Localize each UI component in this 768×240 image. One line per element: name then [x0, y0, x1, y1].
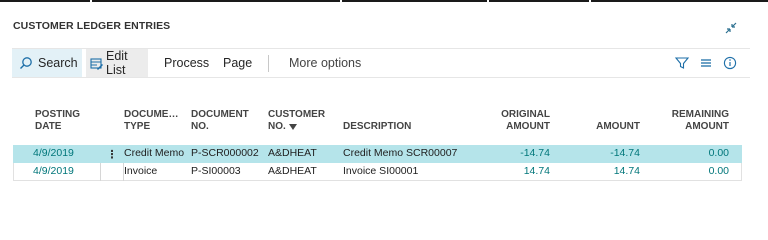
amount-cell[interactable]: 14.74 [590, 163, 640, 181]
filter-indicator-icon [288, 124, 297, 130]
row-actions-icon[interactable]: ⋮ [100, 145, 124, 163]
column-header-document-type[interactable]: DOCUME… TYPE [124, 109, 178, 133]
customer-no-cell: A&DHEAT [268, 165, 317, 177]
more-options-button[interactable]: More options [289, 49, 361, 77]
column-header-remaining-amount[interactable]: REMAINING AMOUNT [660, 109, 729, 133]
remaining-amount-cell[interactable]: 0.00 [660, 145, 729, 163]
document-no-cell: P-SI00003 [191, 165, 241, 177]
page-title: CUSTOMER LEDGER ENTRIES [13, 20, 171, 32]
list-view-icon[interactable] [698, 55, 714, 71]
page-menu-button[interactable]: Page [223, 49, 252, 77]
table-row[interactable]: 4/9/2019 ⋮ Credit Memo P-SCR000002 A&DHE… [13, 145, 742, 163]
remaining-amount-cell[interactable]: 0.00 [660, 163, 729, 181]
column-header-amount[interactable]: AMOUNT [590, 121, 640, 133]
original-amount-cell[interactable]: -14.74 [480, 145, 550, 163]
column-header-original-amount[interactable]: ORIGINAL AMOUNT [480, 109, 550, 133]
edit-list-button[interactable]: Edit List [86, 49, 148, 77]
document-type-cell: Invoice [124, 165, 158, 177]
customer-no-cell: A&DHEAT [268, 147, 317, 159]
window-top-border [0, 0, 768, 2]
search-icon [19, 56, 33, 70]
process-menu-button[interactable]: Process [164, 49, 209, 77]
collapse-arrows-icon[interactable] [723, 20, 739, 36]
amount-cell[interactable]: -14.74 [590, 145, 640, 163]
original-amount-cell[interactable]: 14.74 [480, 163, 550, 181]
action-bar-divider [268, 55, 269, 72]
description-cell: Credit Memo SCR00007 [343, 147, 458, 159]
posting-date-cell[interactable]: 4/9/2019 [33, 163, 74, 181]
edit-list-icon [90, 57, 103, 70]
filter-icon[interactable] [674, 55, 690, 71]
column-header-description[interactable]: DESCRIPTION [343, 121, 411, 133]
table-row[interactable]: 4/9/2019 Invoice P-SI00003 A&DHEAT Invoi… [13, 163, 742, 181]
action-bar: Search Edit List Process Page More optio… [12, 48, 750, 78]
description-cell: Invoice SI00001 [343, 165, 419, 177]
column-header-document-no[interactable]: DOCUMENT NO. [191, 109, 249, 133]
document-type-cell: Credit Memo [124, 147, 185, 159]
document-no-cell: P-SCR000002 [191, 147, 259, 159]
edit-list-label: Edit List [106, 49, 128, 77]
search-button[interactable]: Search [12, 49, 82, 77]
column-header-posting-date[interactable]: POSTING DATE [35, 109, 80, 133]
posting-date-cell[interactable]: 4/9/2019 [33, 145, 74, 163]
info-icon[interactable] [722, 55, 738, 71]
search-label: Search [38, 56, 78, 70]
column-header-customer-no[interactable]: CUSTOMER NO. [268, 109, 325, 133]
